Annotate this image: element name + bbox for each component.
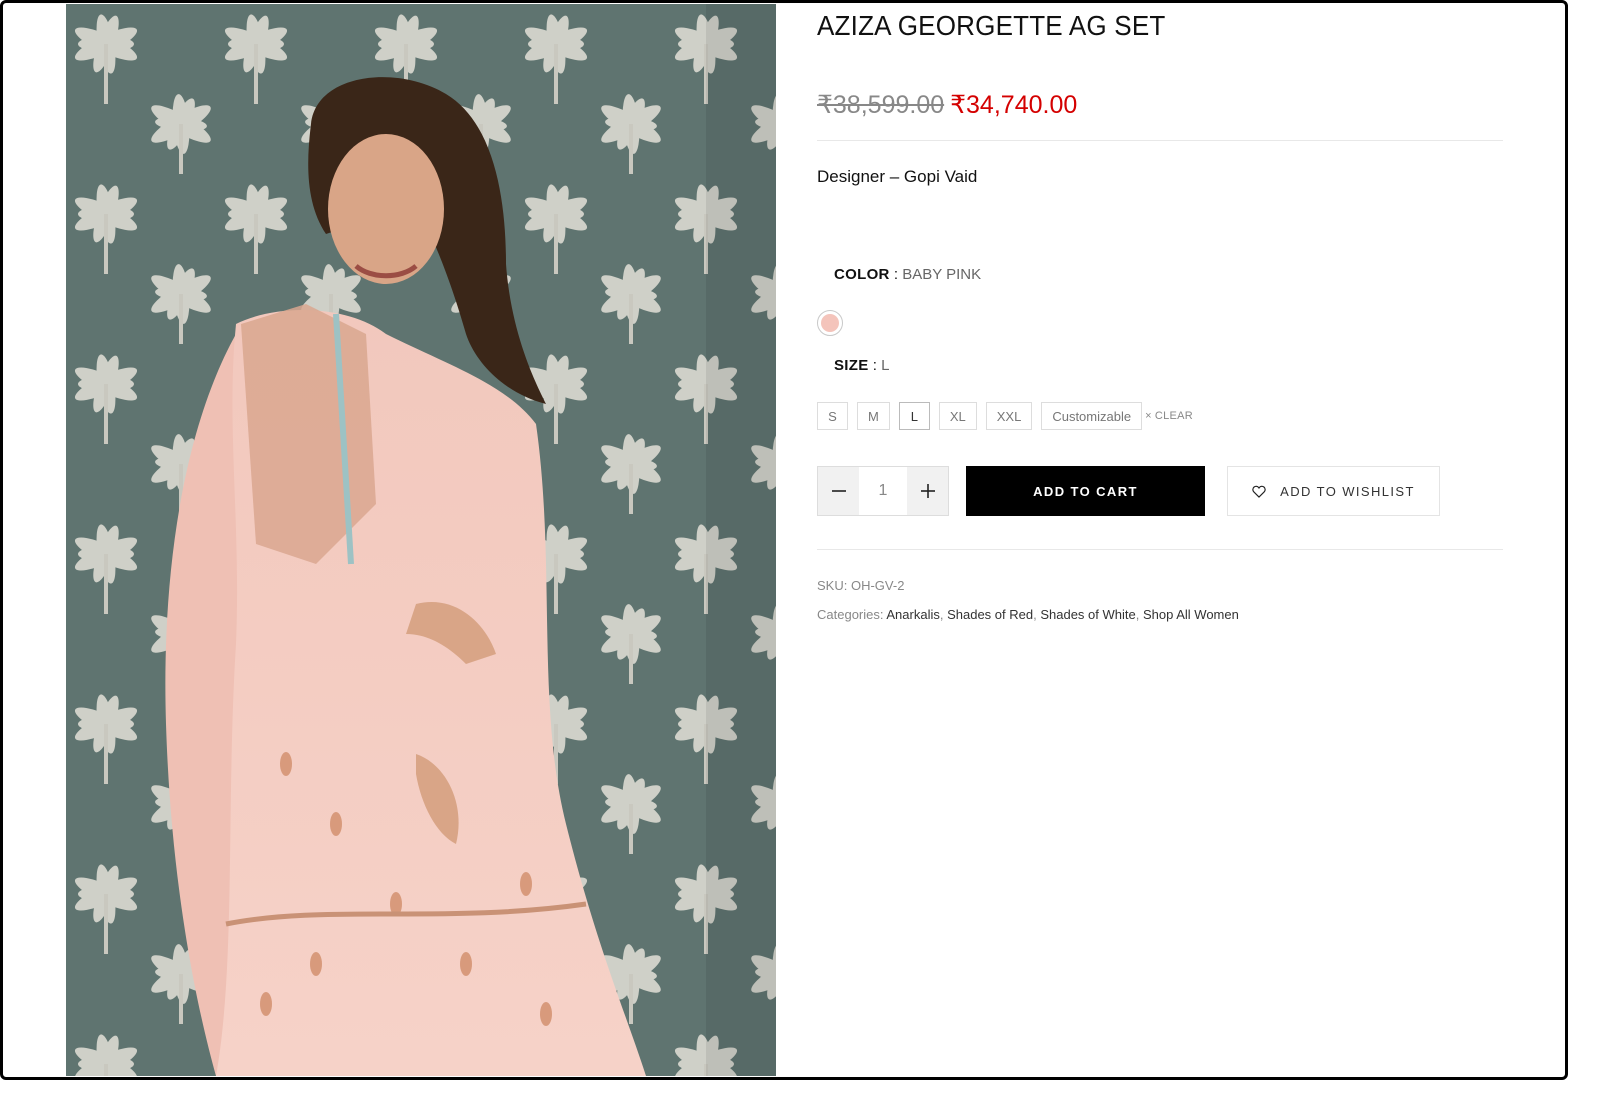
- minus-icon: [831, 490, 846, 492]
- quantity-stepper: 1: [817, 466, 949, 516]
- clear-label: CLEAR: [1154, 410, 1194, 422]
- heart-icon: [1252, 485, 1266, 498]
- sale-price: ₹34,740.00: [950, 91, 1078, 119]
- add-to-wishlist-button[interactable]: ADD TO WISHLIST: [1227, 466, 1440, 516]
- product-photo-illustration: [66, 4, 776, 1076]
- color-swatch-baby-pink[interactable]: [817, 310, 843, 336]
- size-option-s[interactable]: S: [817, 402, 848, 430]
- price: ₹38,599.00 ₹34,740.00: [817, 90, 1077, 120]
- regular-price: ₹38,599.00: [817, 91, 945, 119]
- size-label: SIZE: [834, 357, 869, 374]
- category-link-shades-of-white[interactable]: Shades of White: [1040, 607, 1135, 622]
- clear-selection-link[interactable]: × CLEAR: [1145, 410, 1193, 422]
- sku-wrapper: SKU: OH-GV-2: [817, 578, 904, 593]
- color-separator: :: [893, 266, 899, 283]
- increase-quantity-button[interactable]: [907, 467, 948, 515]
- product-image[interactable]: [66, 4, 776, 1076]
- size-value: L: [881, 357, 890, 374]
- size-option-m[interactable]: M: [857, 402, 890, 430]
- add-to-cart-button[interactable]: ADD TO CART: [966, 466, 1205, 516]
- size-option-l[interactable]: L: [898, 402, 930, 430]
- product-title: AZIZA GEORGETTE AG SET: [817, 10, 1166, 41]
- size-options: S M L XL XXL Customizable × CLEAR: [817, 402, 1193, 430]
- categories: Categories: Anarkalis, Shades of Red, Sh…: [817, 607, 1239, 622]
- categories-label: Categories:: [817, 607, 884, 622]
- designer-text: Designer – Gopi Vaid: [817, 167, 978, 186]
- color-attribute-label: COLOR : BABY PINK: [834, 266, 981, 283]
- color-value: BABY PINK: [902, 266, 982, 283]
- quantity-input[interactable]: 1: [859, 467, 907, 515]
- color-label: COLOR: [834, 266, 890, 283]
- category-link-shades-of-red[interactable]: Shades of Red: [947, 607, 1033, 622]
- size-option-xl[interactable]: XL: [938, 402, 977, 430]
- plus-icon: [920, 484, 935, 498]
- size-option-customizable[interactable]: Customizable: [1041, 402, 1143, 430]
- category-link-shop-all-women[interactable]: Shop All Women: [1143, 607, 1239, 622]
- size-separator: :: [872, 357, 877, 374]
- sku-value: OH-GV-2: [850, 578, 905, 593]
- size-option-xxl[interactable]: XXL: [985, 402, 1033, 430]
- divider: [817, 549, 1503, 550]
- divider: [817, 140, 1503, 141]
- category-link-anarkalis[interactable]: Anarkalis: [886, 607, 939, 622]
- wishlist-label: ADD TO WISHLIST: [1280, 483, 1415, 499]
- swatch-fill: [821, 314, 839, 332]
- size-attribute-label: SIZE : L: [834, 357, 889, 374]
- clear-icon: ×: [1145, 410, 1152, 422]
- sku-label: SKU:: [817, 578, 848, 593]
- decrease-quantity-button[interactable]: [818, 467, 859, 515]
